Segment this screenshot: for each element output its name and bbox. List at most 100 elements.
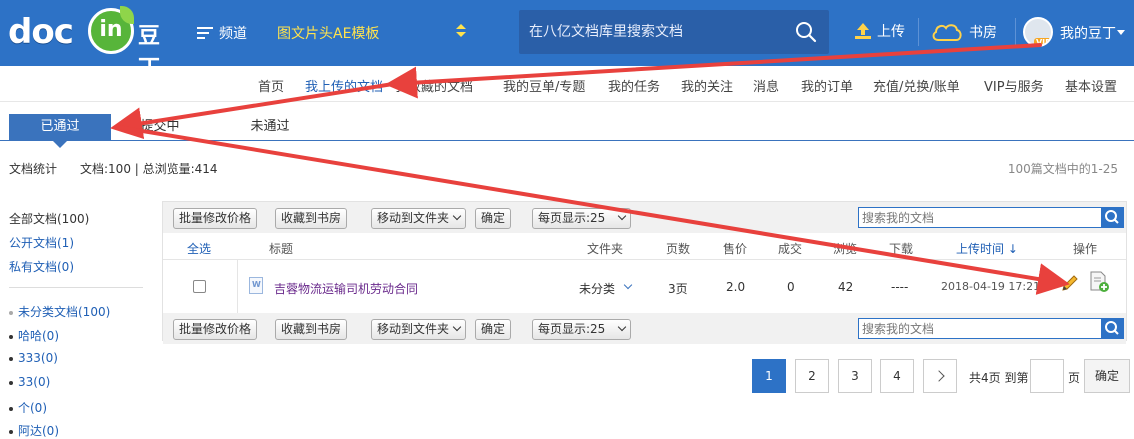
chevron-down-icon[interactable]	[1117, 30, 1125, 35]
shelf-button[interactable]: 书房	[931, 21, 997, 43]
sidebar-item-private[interactable]: 私有文档(0)	[9, 258, 74, 275]
sidebar-item-public[interactable]: 公开文档(1)	[9, 234, 74, 251]
user-menu[interactable]: 我的豆丁	[1060, 23, 1116, 43]
upload-button[interactable]: 上传	[853, 21, 905, 41]
batch-price-button[interactable]: 批量修改价格	[173, 208, 258, 229]
account-nav: 首页 我上传的文档 我收藏的文档 我的豆单/专题 我的任务 我的关注 消息 我的…	[0, 66, 1134, 102]
nav-settings[interactable]: 基本设置	[1065, 76, 1117, 95]
per-page-select[interactable]: 每页显示:25	[532, 319, 632, 340]
nav-my-lists[interactable]: 我的豆单/专题	[503, 76, 585, 95]
add-to-shelf-button[interactable]: 收藏到书房	[275, 208, 348, 229]
bullet-icon	[9, 334, 13, 339]
word-doc-icon	[249, 277, 263, 294]
col-title: 标题	[269, 242, 294, 256]
select-all-link[interactable]: 全选	[187, 240, 211, 257]
bullet-icon	[9, 310, 13, 315]
nav-messages[interactable]: 消息	[753, 76, 779, 95]
nav-my-orders[interactable]: 我的订单	[801, 76, 853, 95]
page-jump-button[interactable]: 确定	[1084, 359, 1130, 393]
chevron-right-icon[interactable]	[923, 359, 957, 393]
avatar[interactable]: VIP	[1023, 17, 1053, 47]
nav-my-uploads[interactable]: 我上传的文档	[305, 76, 383, 95]
folder-label: 未分类文档(100)	[18, 305, 111, 319]
nav-my-follows[interactable]: 我的关注	[681, 76, 733, 95]
folder-label: 33(0)	[18, 375, 51, 389]
add-document-icon[interactable]	[1088, 271, 1110, 293]
folder-item[interactable]: 哈哈(0)	[9, 327, 59, 344]
folder-item[interactable]: 33(0)	[9, 375, 50, 389]
nav-my-tasks[interactable]: 我的任务	[608, 76, 660, 95]
folder-label: 阿达(0)	[18, 424, 59, 438]
docin-logo[interactable]: doc in 豆丁	[6, 6, 176, 81]
sidebar-item-all[interactable]: 全部文档(100)	[9, 210, 89, 227]
row-folder-select[interactable]: 未分类	[579, 280, 615, 297]
shelf-label: 书房	[969, 25, 997, 41]
folder-item[interactable]: 个(0)	[9, 399, 47, 416]
doc-stats: 文档统计 文档:100 | 总浏览量:414	[9, 160, 218, 177]
folder-label: 哈哈(0)	[18, 329, 59, 343]
col-views: 浏览	[833, 242, 858, 256]
pencil-icon[interactable]	[1060, 273, 1080, 293]
channel-label: 频道	[219, 26, 247, 42]
move-folder-select[interactable]: 移动到文件夹	[371, 319, 467, 340]
search-icon	[1105, 321, 1119, 335]
page-jump-input[interactable]	[1030, 359, 1064, 393]
page-button[interactable]: 4	[880, 359, 914, 393]
folder-item[interactable]: 333(0)	[9, 351, 58, 365]
folder-label: 个(0)	[18, 401, 47, 415]
nav-recharge[interactable]: 充值/兑换/账单	[873, 76, 960, 95]
page-button[interactable]: 3	[838, 359, 872, 393]
page-suffix: 页	[1068, 371, 1081, 385]
tab-rejected[interactable]: 未通过	[240, 114, 300, 141]
template-promo-link[interactable]: 图文片头AE模板	[277, 23, 379, 43]
stats-summary: 文档:100 | 总浏览量:414	[80, 162, 218, 176]
confirm-move-button[interactable]: 确定	[475, 319, 512, 340]
menu-icon	[197, 27, 213, 39]
tab-pending[interactable]: 提交中	[130, 114, 190, 141]
row-pages: 3页	[668, 282, 688, 296]
batch-price-button[interactable]: 批量修改价格	[173, 319, 258, 340]
bullet-icon	[9, 406, 13, 411]
page-button[interactable]: 1	[752, 359, 786, 393]
top-toolbar: 批量修改价格 收藏到书房 移动到文件夹 确定 每页显示:25	[163, 202, 1126, 233]
add-to-shelf-button[interactable]: 收藏到书房	[275, 319, 348, 340]
col-actions: 操作	[1073, 242, 1098, 256]
arrow-down-icon: ↓	[1007, 242, 1018, 256]
per-page-select[interactable]: 每页显示:25	[532, 208, 632, 229]
upload-label: 上传	[877, 24, 905, 40]
nav-my-favorites[interactable]: 我收藏的文档	[395, 76, 473, 95]
total-pages-text: 共4页 到第	[969, 371, 1029, 385]
sort-arrows-icon[interactable]	[456, 24, 466, 38]
row-checkbox[interactable]	[193, 280, 206, 293]
status-tabs: 已通过 提交中 未通过	[0, 114, 1134, 148]
per-page-label: 每页显示:25	[538, 211, 606, 225]
chevron-down-icon	[618, 322, 627, 332]
page-button[interactable]: 2	[795, 359, 829, 393]
row-price: 2.0	[726, 280, 746, 294]
doc-search-input[interactable]	[859, 319, 1101, 338]
move-folder-select[interactable]: 移动到文件夹	[371, 208, 467, 229]
col-upload-time-sort[interactable]: 上传时间 ↓	[956, 240, 1018, 257]
sidebar-divider	[9, 287, 143, 288]
cloud-icon	[932, 24, 962, 41]
tab-approved[interactable]: 已通过	[9, 114, 111, 148]
nav-home[interactable]: 首页	[258, 76, 284, 95]
folder-item[interactable]: 阿达(0)	[9, 422, 59, 439]
doc-search-box	[858, 207, 1124, 228]
move-folder-label: 移动到文件夹	[377, 322, 450, 336]
channel-menu[interactable]: 频道	[197, 23, 247, 43]
doc-title-link[interactable]: 吉蓉物流运输司机劳动合同	[274, 280, 418, 297]
doc-search-input[interactable]	[859, 208, 1101, 227]
folder-item[interactable]: 未分类文档(100)	[9, 303, 110, 320]
chevron-down-icon	[452, 211, 462, 221]
doc-search-button[interactable]	[1101, 208, 1123, 227]
bullet-icon	[9, 380, 13, 385]
nav-vip[interactable]: VIP与服务	[984, 76, 1044, 95]
search-icon[interactable]	[795, 21, 817, 43]
per-page-label: 每页显示:25	[538, 322, 606, 336]
chevron-down-icon[interactable]	[623, 280, 633, 290]
stats-label: 文档统计	[9, 162, 58, 176]
site-search-input[interactable]	[519, 10, 779, 54]
doc-search-button[interactable]	[1101, 319, 1123, 338]
confirm-move-button[interactable]: 确定	[475, 208, 512, 229]
